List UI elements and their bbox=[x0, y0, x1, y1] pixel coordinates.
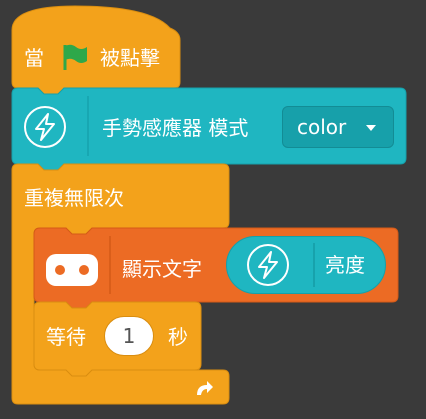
mode-dropdown-value: color bbox=[297, 115, 347, 139]
forever-label: 重複無限次 bbox=[24, 186, 124, 210]
display-text-label: 顯示文字 bbox=[122, 257, 202, 281]
seconds-label: 秒 bbox=[168, 325, 188, 349]
wait-seconds-value: 1 bbox=[122, 324, 136, 348]
wait-label: 等待 bbox=[46, 325, 86, 349]
gesture-sensor-mode-label: 手勢感應器 模式 bbox=[102, 116, 249, 140]
brightness-reporter[interactable]: 亮度 bbox=[226, 236, 386, 294]
lightning-sensor-icon bbox=[24, 106, 66, 148]
microbit-eye-right bbox=[79, 265, 89, 275]
wait-seconds-input[interactable]: 1 bbox=[104, 316, 154, 356]
lightning-sensor-icon bbox=[247, 244, 289, 286]
when-label: 當 bbox=[24, 46, 44, 70]
dropdown-arrow-icon bbox=[366, 125, 376, 131]
green-flag-icon[interactable] bbox=[60, 42, 90, 72]
clicked-label: 被點擊 bbox=[100, 46, 160, 70]
reporter-divider bbox=[313, 243, 315, 287]
microbit-eye-left bbox=[55, 265, 65, 275]
loop-arrow-icon bbox=[197, 381, 213, 395]
microbit-icon bbox=[46, 254, 98, 286]
mode-dropdown[interactable]: color bbox=[282, 106, 394, 148]
brightness-label: 亮度 bbox=[325, 253, 365, 277]
